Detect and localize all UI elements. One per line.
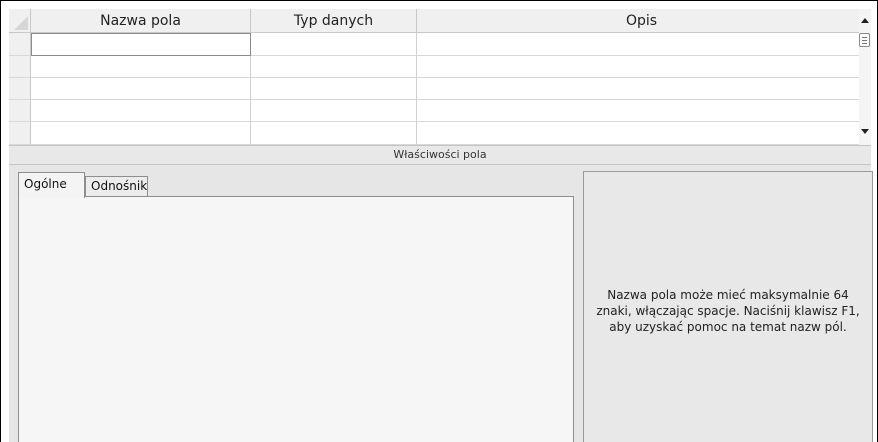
select-all-corner[interactable] [9, 9, 31, 33]
corner-triangle-icon [14, 16, 28, 30]
tab-odnosnik[interactable]: Odnośnik [85, 176, 148, 197]
data-type-cell[interactable] [251, 122, 417, 145]
row-selector[interactable] [9, 100, 31, 122]
column-header-nazwa-pola[interactable]: Nazwa pola [31, 9, 251, 33]
description-cell[interactable] [417, 33, 867, 56]
row-selector[interactable] [9, 56, 31, 78]
scroll-down-arrow-icon[interactable] [861, 129, 869, 134]
data-type-cell[interactable] [251, 100, 417, 122]
field-name-cell[interactable] [31, 33, 251, 56]
description-cell[interactable] [417, 122, 867, 145]
row-selector[interactable] [9, 122, 31, 145]
scroll-up-arrow-icon[interactable] [861, 18, 869, 23]
help-panel: Nazwa pola może mieć maksymalnie 64 znak… [583, 171, 873, 442]
field-name-cell[interactable] [31, 78, 251, 100]
data-type-cell[interactable] [251, 56, 417, 78]
scrollbar-thumb[interactable] [859, 33, 870, 47]
field-name-cell[interactable] [31, 100, 251, 122]
table-design-view: Nazwa pola Typ danych Opis Właściwości p… [0, 0, 878, 442]
row-selector[interactable] [9, 78, 31, 100]
field-grid: Nazwa pola Typ danych Opis [9, 9, 867, 145]
description-cell[interactable] [417, 100, 867, 122]
grid-vertical-scrollbar[interactable] [859, 9, 871, 145]
column-header-typ-danych[interactable]: Typ danych [251, 9, 417, 33]
general-properties-page [18, 196, 574, 442]
field-name-cell[interactable] [31, 56, 251, 78]
description-cell[interactable] [417, 56, 867, 78]
data-type-cell[interactable] [251, 33, 417, 56]
tab-ogolne[interactable]: Ogólne [18, 172, 85, 198]
description-cell[interactable] [417, 78, 867, 100]
row-selector[interactable] [9, 33, 31, 56]
field-name-cell[interactable] [31, 122, 251, 145]
column-header-opis[interactable]: Opis [417, 9, 867, 33]
field-properties-title: Właściwości pola [9, 145, 871, 165]
data-type-cell[interactable] [251, 78, 417, 100]
help-text: Nazwa pola może mieć maksymalnie 64 znak… [596, 288, 860, 334]
